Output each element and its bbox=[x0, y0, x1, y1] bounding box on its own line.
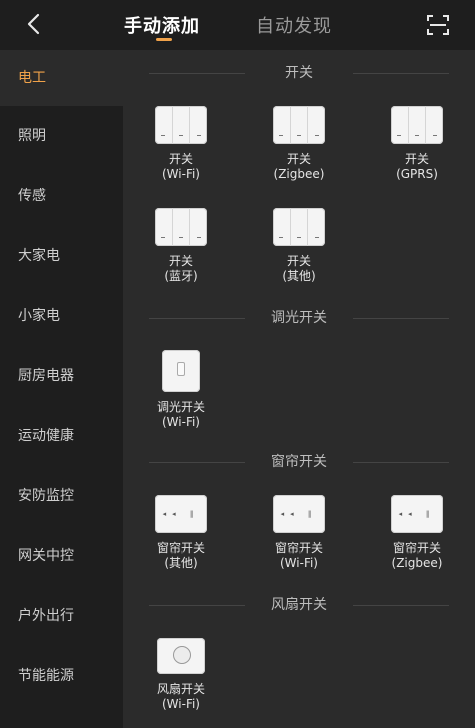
section-header-curtain: 窗帘开关 bbox=[123, 453, 475, 471]
section-header-dimmer: 调光开关 bbox=[123, 309, 475, 327]
category-sidebar: 电工 照明 传感 大家电 小家电 厨房电器 运动健康 安防监控 网关中控 户外出… bbox=[0, 50, 123, 728]
switch-icon bbox=[155, 106, 207, 144]
curtain-switch-icon: ◂◂ ‖ ▸▸ bbox=[155, 495, 207, 556]
header: 手动添加 自动发现 bbox=[0, 0, 475, 50]
device-curtain-wifi[interactable]: ◂◂ ‖ ▸▸ 窗帘开关 (Wi-Fi) bbox=[249, 495, 349, 571]
curtain-switch-icon: ◂◂ ‖ ▸▸ bbox=[273, 495, 325, 556]
dimmer-switch-icon bbox=[162, 350, 200, 392]
sidebar-item-kitchen[interactable]: 厨房电器 bbox=[0, 348, 123, 404]
sidebar-item-security[interactable]: 安防监控 bbox=[0, 468, 123, 524]
sidebar-item-sensor[interactable]: 传感 bbox=[0, 168, 123, 224]
switch-icon bbox=[391, 106, 443, 144]
switch-icon bbox=[273, 106, 325, 144]
scan-icon[interactable] bbox=[426, 13, 450, 37]
device-switch-other[interactable]: 开关 (其他) bbox=[249, 208, 349, 284]
device-curtain-other[interactable]: ◂◂ ‖ ▸▸ 窗帘开关 (其他) bbox=[131, 495, 231, 571]
fan-switch-icon bbox=[157, 638, 205, 674]
switch-icon bbox=[155, 208, 207, 246]
curtain-switch-icon: ◂◂ ‖ ▸▸ bbox=[391, 495, 443, 556]
sidebar-item-energy[interactable]: 节能能源 bbox=[0, 648, 123, 704]
device-switch-gprs[interactable]: 开关 (GPRS) bbox=[367, 106, 467, 182]
switch-icon bbox=[273, 208, 325, 246]
section-header-fan: 风扇开关 bbox=[123, 596, 475, 614]
sidebar-item-gateway[interactable]: 网关中控 bbox=[0, 528, 123, 584]
device-list: 开关 开关 (Wi-Fi) 开关 (Zigbee) 开关 (GPRS) 开关 (… bbox=[123, 50, 475, 728]
section-header-switch: 开关 bbox=[123, 64, 475, 82]
device-dimmer-wifi[interactable]: 调光开关 (Wi-Fi) bbox=[131, 350, 231, 430]
device-add-page: 手动添加 自动发现 电工 照明 传感 大家电 小家电 厨房电器 运动健康 安防监… bbox=[0, 0, 475, 728]
tab-manual-add[interactable]: 手动添加 bbox=[124, 12, 200, 38]
sidebar-item-large-appliance[interactable]: 大家电 bbox=[0, 228, 123, 284]
back-arrow-icon[interactable] bbox=[22, 12, 46, 36]
device-switch-bluetooth[interactable]: 开关 (蓝牙) bbox=[131, 208, 231, 284]
device-curtain-zigbee[interactable]: ◂◂ ‖ ▸▸ 窗帘开关 (Zigbee) bbox=[367, 495, 467, 571]
device-fan-wifi[interactable]: 风扇开关 (Wi-Fi) bbox=[131, 638, 231, 712]
active-tab-indicator bbox=[156, 38, 172, 41]
device-switch-zigbee[interactable]: 开关 (Zigbee) bbox=[249, 106, 349, 182]
sidebar-item-lighting[interactable]: 照明 bbox=[0, 108, 123, 164]
sidebar-item-electrician[interactable]: 电工 bbox=[0, 50, 123, 106]
tab-auto-discover[interactable]: 自动发现 bbox=[256, 12, 332, 38]
sidebar-item-outdoor[interactable]: 户外出行 bbox=[0, 588, 123, 644]
device-switch-wifi[interactable]: 开关 (Wi-Fi) bbox=[131, 106, 231, 182]
sidebar-item-health[interactable]: 运动健康 bbox=[0, 408, 123, 464]
sidebar-item-small-appliance[interactable]: 小家电 bbox=[0, 288, 123, 344]
